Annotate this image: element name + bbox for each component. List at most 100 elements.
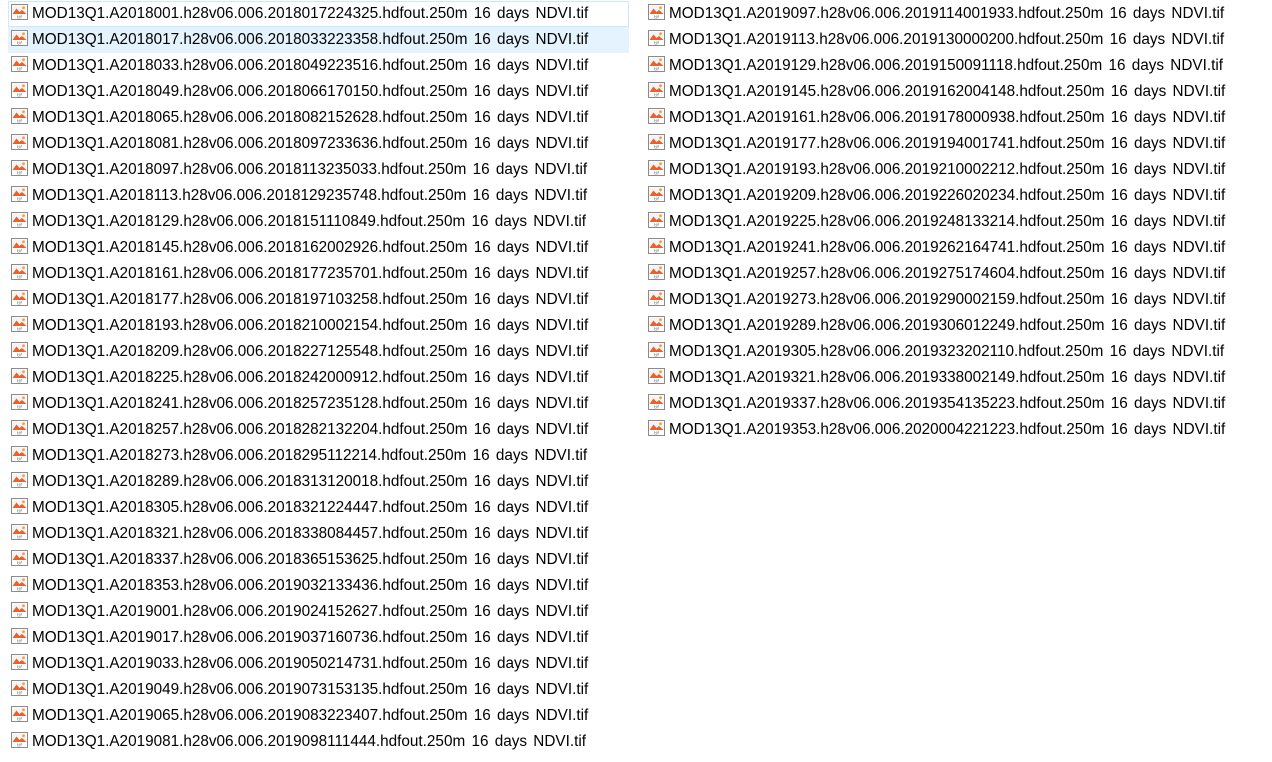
file-item-label: MOD13Q1.A2019257.h28v06.006.201927517460… — [669, 265, 1226, 282]
file-item[interactable]: tif MOD13Q1.A2018177.h28v06.006.20181971… — [8, 287, 629, 313]
tif-image-file-icon: tif — [11, 654, 28, 671]
svg-text:tif: tif — [17, 561, 22, 566]
svg-text:tif: tif — [654, 353, 659, 358]
file-item[interactable]: tif MOD13Q1.A2019193.h28v06.006.20192100… — [645, 157, 1265, 183]
tif-image-file-icon: tif — [11, 680, 28, 697]
file-item-label: MOD13Q1.A2019065.h28v06.006.201908322340… — [32, 707, 589, 724]
tif-image-file-icon: tif — [11, 602, 28, 619]
file-item[interactable]: tif MOD13Q1.A2019049.h28v06.006.20190731… — [8, 677, 629, 703]
file-item[interactable]: tif MOD13Q1.A2019305.h28v06.006.20193232… — [645, 339, 1265, 365]
file-item-label: MOD13Q1.A2019081.h28v06.006.201909811144… — [32, 733, 586, 750]
file-item[interactable]: tif MOD13Q1.A2019225.h28v06.006.20192481… — [645, 209, 1265, 235]
file-item[interactable]: tif MOD13Q1.A2019081.h28v06.006.20190981… — [8, 729, 629, 755]
svg-text:tif: tif — [17, 197, 22, 202]
tif-image-file-icon: tif — [648, 290, 665, 307]
file-item[interactable]: tif MOD13Q1.A2018113.h28v06.006.20181292… — [8, 183, 629, 209]
file-item[interactable]: tif MOD13Q1.A2019241.h28v06.006.20192621… — [645, 235, 1265, 261]
file-item[interactable]: tif MOD13Q1.A2019337.h28v06.006.20193541… — [645, 391, 1265, 417]
svg-text:tif: tif — [17, 457, 22, 462]
file-item-label: MOD13Q1.A2018033.h28v06.006.201804922351… — [32, 57, 589, 74]
file-item-label: MOD13Q1.A2019129.h28v06.006.201915009111… — [669, 57, 1223, 74]
file-item-label: MOD13Q1.A2018241.h28v06.006.201825723512… — [32, 395, 589, 412]
tif-image-file-icon: tif — [648, 342, 665, 359]
file-item[interactable]: tif MOD13Q1.A2019209.h28v06.006.20192260… — [645, 183, 1265, 209]
file-item[interactable]: tif MOD13Q1.A2018081.h28v06.006.20180972… — [8, 131, 629, 157]
file-list-column-2: tif MOD13Q1.A2019097.h28v06.006.20191140… — [645, 1, 1265, 443]
file-item[interactable]: tif MOD13Q1.A2018241.h28v06.006.20182572… — [8, 391, 629, 417]
tif-image-file-icon: tif — [648, 368, 665, 385]
file-item-label: MOD13Q1.A2018337.h28v06.006.201836515362… — [32, 551, 589, 568]
file-list-view: tif MOD13Q1.A2018001.h28v06.006.20180172… — [0, 0, 1272, 762]
file-item[interactable]: tif MOD13Q1.A2018209.h28v06.006.20182271… — [8, 339, 629, 365]
file-item[interactable]: tif MOD13Q1.A2019065.h28v06.006.20190832… — [8, 703, 629, 729]
tif-image-file-icon: tif — [11, 108, 28, 125]
file-item[interactable]: tif MOD13Q1.A2019177.h28v06.006.20191940… — [645, 131, 1265, 157]
svg-text:tif: tif — [17, 93, 22, 98]
file-item[interactable]: tif MOD13Q1.A2018033.h28v06.006.20180492… — [8, 53, 629, 79]
tif-image-file-icon: tif — [11, 4, 28, 21]
svg-text:tif: tif — [654, 67, 659, 72]
file-item[interactable]: tif MOD13Q1.A2019321.h28v06.006.20193380… — [645, 365, 1265, 391]
file-item[interactable]: tif MOD13Q1.A2019017.h28v06.006.20190371… — [8, 625, 629, 651]
tif-image-file-icon: tif — [11, 134, 28, 151]
file-item[interactable]: tif MOD13Q1.A2019289.h28v06.006.20193060… — [645, 313, 1265, 339]
file-item[interactable]: tif MOD13Q1.A2018305.h28v06.006.20183212… — [8, 495, 629, 521]
file-item[interactable]: tif MOD13Q1.A2018017.h28v06.006.20180332… — [8, 27, 629, 53]
tif-image-file-icon: tif — [648, 394, 665, 411]
svg-text:tif: tif — [17, 301, 22, 306]
file-item-label: MOD13Q1.A2019193.h28v06.006.201921000221… — [669, 161, 1226, 178]
file-item-label: MOD13Q1.A2019145.h28v06.006.201916200414… — [669, 83, 1226, 100]
file-item[interactable]: tif MOD13Q1.A2019273.h28v06.006.20192900… — [645, 287, 1265, 313]
svg-text:tif: tif — [17, 353, 22, 358]
file-item[interactable]: tif MOD13Q1.A2018065.h28v06.006.20180821… — [8, 105, 629, 131]
file-item[interactable]: tif MOD13Q1.A2018273.h28v06.006.20182951… — [8, 443, 629, 469]
file-item-label: MOD13Q1.A2018257.h28v06.006.201828213220… — [32, 421, 589, 438]
file-item[interactable]: tif MOD13Q1.A2018097.h28v06.006.20181132… — [8, 157, 629, 183]
file-item[interactable]: tif MOD13Q1.A2018193.h28v06.006.20182100… — [8, 313, 629, 339]
file-item[interactable]: tif MOD13Q1.A2018049.h28v06.006.20180661… — [8, 79, 629, 105]
file-item[interactable]: tif MOD13Q1.A2019033.h28v06.006.20190502… — [8, 651, 629, 677]
file-item[interactable]: tif MOD13Q1.A2019353.h28v06.006.20200042… — [645, 417, 1265, 443]
file-item[interactable]: tif MOD13Q1.A2019097.h28v06.006.20191140… — [645, 1, 1265, 27]
svg-text:tif: tif — [17, 15, 22, 20]
svg-text:tif: tif — [654, 119, 659, 124]
svg-text:tif: tif — [17, 327, 22, 332]
file-item[interactable]: tif MOD13Q1.A2018289.h28v06.006.20183131… — [8, 469, 629, 495]
file-item[interactable]: tif MOD13Q1.A2018225.h28v06.006.20182420… — [8, 365, 629, 391]
file-item[interactable]: tif MOD13Q1.A2019001.h28v06.006.20190241… — [8, 599, 629, 625]
tif-image-file-icon: tif — [648, 316, 665, 333]
file-item-label: MOD13Q1.A2019097.h28v06.006.201911400193… — [669, 5, 1225, 22]
file-item[interactable]: tif MOD13Q1.A2018353.h28v06.006.20190321… — [8, 573, 629, 599]
file-item[interactable]: tif MOD13Q1.A2018337.h28v06.006.20183651… — [8, 547, 629, 573]
file-item[interactable]: tif MOD13Q1.A2018161.h28v06.006.20181772… — [8, 261, 629, 287]
file-item[interactable]: tif MOD13Q1.A2018129.h28v06.006.20181511… — [8, 209, 629, 235]
file-item-label: MOD13Q1.A2018177.h28v06.006.201819710325… — [32, 291, 589, 308]
file-item[interactable]: tif MOD13Q1.A2019257.h28v06.006.20192751… — [645, 261, 1265, 287]
tif-image-file-icon: tif — [11, 524, 28, 541]
file-item-label: MOD13Q1.A2018081.h28v06.006.201809723363… — [32, 135, 589, 152]
file-item[interactable]: tif MOD13Q1.A2019145.h28v06.006.20191620… — [645, 79, 1265, 105]
file-item[interactable]: tif MOD13Q1.A2018257.h28v06.006.20182821… — [8, 417, 629, 443]
tif-image-file-icon: tif — [648, 212, 665, 229]
file-item-label: MOD13Q1.A2019113.h28v06.006.201913000020… — [669, 31, 1225, 48]
file-item[interactable]: tif MOD13Q1.A2018001.h28v06.006.20180172… — [8, 1, 629, 27]
file-item[interactable]: tif MOD13Q1.A2018321.h28v06.006.20183380… — [8, 521, 629, 547]
file-item-label: MOD13Q1.A2019289.h28v06.006.201930601224… — [669, 317, 1226, 334]
file-item-label: MOD13Q1.A2018161.h28v06.006.201817723570… — [32, 265, 589, 282]
file-list-column-1: tif MOD13Q1.A2018001.h28v06.006.20180172… — [8, 1, 629, 755]
tif-image-file-icon: tif — [11, 316, 28, 333]
svg-text:tif: tif — [17, 639, 22, 644]
svg-text:tif: tif — [654, 15, 659, 20]
tif-image-file-icon: tif — [11, 368, 28, 385]
file-item-label: MOD13Q1.A2019225.h28v06.006.201924813321… — [669, 213, 1226, 230]
svg-text:tif: tif — [17, 431, 22, 436]
svg-text:tif: tif — [17, 41, 22, 46]
file-item[interactable]: tif MOD13Q1.A2019129.h28v06.006.20191500… — [645, 53, 1265, 79]
file-item[interactable]: tif MOD13Q1.A2018145.h28v06.006.20181620… — [8, 235, 629, 261]
tif-image-file-icon: tif — [648, 108, 665, 125]
svg-text:tif: tif — [654, 171, 659, 176]
file-item[interactable]: tif MOD13Q1.A2019161.h28v06.006.20191780… — [645, 105, 1265, 131]
file-item-label: MOD13Q1.A2018193.h28v06.006.201821000215… — [32, 317, 589, 334]
file-item[interactable]: tif MOD13Q1.A2019113.h28v06.006.20191300… — [645, 27, 1265, 53]
svg-text:tif: tif — [17, 587, 22, 592]
